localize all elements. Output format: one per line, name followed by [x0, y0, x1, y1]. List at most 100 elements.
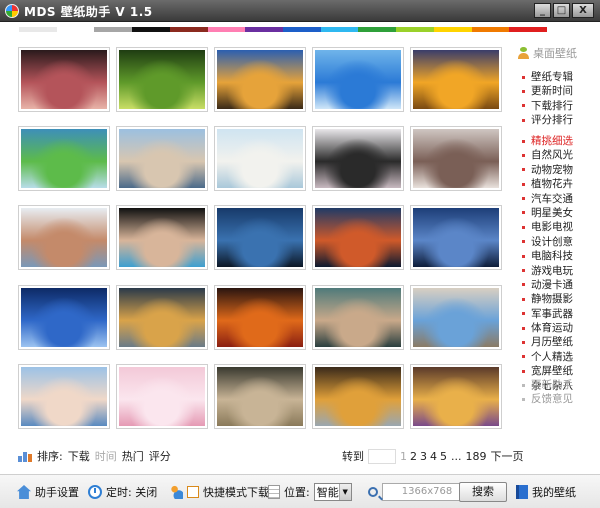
sidebar-item[interactable]: 军事武器: [522, 307, 600, 321]
thumbnail-image: [315, 208, 401, 267]
wallpaper-thumbnail[interactable]: [410, 205, 502, 270]
page-link[interactable]: 2: [410, 450, 417, 463]
close-button[interactable]: X: [572, 3, 594, 18]
sort-option[interactable]: 热门: [122, 448, 144, 464]
color-swatch[interactable]: [94, 27, 133, 32]
sidebar-item[interactable]: 体育运动: [522, 321, 600, 335]
bullet-icon: [522, 139, 525, 143]
wallpaper-thumbnail[interactable]: [214, 47, 306, 112]
next-page-link[interactable]: 下一页: [491, 448, 524, 464]
sidebar-item[interactable]: 电影电视: [522, 220, 600, 234]
page-link[interactable]: 4: [430, 450, 437, 463]
wallpaper-thumbnail[interactable]: [214, 285, 306, 350]
color-swatch[interactable]: [320, 27, 359, 32]
sidebar-item[interactable]: 自然风光: [522, 148, 600, 162]
wallpaper-thumbnail[interactable]: [18, 126, 110, 191]
sort-option[interactable]: 评分: [149, 448, 171, 464]
sidebar-item[interactable]: 月历壁纸: [522, 335, 600, 349]
wallpaper-thumbnail[interactable]: [116, 364, 208, 429]
wallpaper-thumbnail[interactable]: [410, 47, 502, 112]
sort-option[interactable]: 时间: [95, 448, 117, 464]
bullet-icon: [522, 168, 525, 172]
wallpaper-thumbnail[interactable]: [410, 364, 502, 429]
color-swatch[interactable]: [169, 27, 208, 32]
title-bar[interactable]: MDS 壁纸助手 V 1.5 _ □ X: [0, 0, 600, 22]
sidebar-item[interactable]: 植物花卉: [522, 177, 600, 191]
wallpaper-thumbnail[interactable]: [18, 364, 110, 429]
wallpaper-thumbnail[interactable]: [116, 205, 208, 270]
wallpaper-thumbnail[interactable]: [312, 47, 404, 112]
wallpaper-thumbnail[interactable]: [116, 47, 208, 112]
sidebar-item-label: 电影电视: [531, 221, 573, 234]
wallpaper-thumbnail[interactable]: [312, 205, 404, 270]
page-link[interactable]: 3: [420, 450, 427, 463]
sidebar-item[interactable]: 静物摄影: [522, 292, 600, 306]
color-swatch[interactable]: [509, 27, 548, 32]
my-wallpapers-button[interactable]: 我的壁纸: [516, 483, 576, 501]
sidebar-item[interactable]: 动漫卡通: [522, 278, 600, 292]
bullet-icon: [522, 369, 525, 373]
color-swatch[interactable]: [19, 27, 57, 32]
wallpaper-thumbnail[interactable]: [214, 205, 306, 270]
color-swatch[interactable]: [283, 27, 321, 32]
wallpaper-thumbnail[interactable]: [116, 285, 208, 350]
sidebar-item[interactable]: 明星美女: [522, 206, 600, 220]
wallpaper-thumbnail[interactable]: [18, 285, 110, 350]
goto-page-input[interactable]: [368, 448, 396, 464]
color-swatch[interactable]: [471, 27, 510, 32]
wallpaper-thumbnail[interactable]: [312, 126, 404, 191]
sidebar-header[interactable]: 桌面壁纸: [518, 45, 577, 61]
wallpaper-thumbnail[interactable]: [214, 126, 306, 191]
sidebar-item[interactable]: 壁纸专辑: [522, 70, 600, 84]
sidebar-item[interactable]: 宽屏壁纸: [522, 364, 600, 378]
bullet-icon: [522, 118, 525, 122]
sidebar-item[interactable]: 评分排行: [522, 113, 600, 127]
thumbnail-image: [21, 129, 107, 188]
quick-download-checkbox[interactable]: [187, 486, 199, 498]
window-title: MDS 壁纸助手 V 1.5: [24, 5, 153, 19]
color-swatch[interactable]: [56, 27, 95, 32]
wallpaper-thumbnail[interactable]: [312, 285, 404, 350]
sidebar-item[interactable]: 动物宠物: [522, 163, 600, 177]
color-filter-strip: [19, 27, 548, 32]
sidebar-item[interactable]: 下载排行: [522, 99, 600, 113]
sidebar-item[interactable]: 电脑科技: [522, 249, 600, 263]
sidebar-item[interactable]: 更新助手: [522, 378, 600, 392]
quick-download-toggle[interactable]: 快捷模式下载: [169, 483, 269, 501]
color-swatch[interactable]: [207, 27, 246, 32]
wallpaper-thumbnail[interactable]: [214, 364, 306, 429]
color-swatch[interactable]: [396, 27, 434, 32]
sidebar-item[interactable]: 设计创意: [522, 235, 600, 249]
search-button[interactable]: 搜索: [459, 482, 507, 502]
minimize-button[interactable]: _: [534, 3, 551, 18]
position-select[interactable]: 智能 ▼: [313, 483, 352, 501]
last-page-link[interactable]: 189: [466, 450, 487, 463]
sidebar-item[interactable]: 游戏电玩: [522, 264, 600, 278]
app-logo-icon: [5, 4, 19, 18]
chevron-down-icon: ▼: [338, 484, 351, 500]
settings-button[interactable]: 助手设置: [17, 483, 79, 501]
wallpaper-thumbnail[interactable]: [312, 364, 404, 429]
sidebar-item[interactable]: 更新时间: [522, 84, 600, 98]
wallpaper-thumbnail[interactable]: [410, 126, 502, 191]
timer-label: 定时: 关闭: [106, 486, 158, 499]
maximize-button[interactable]: □: [553, 3, 570, 18]
page-link[interactable]: 5: [440, 450, 447, 463]
wallpaper-thumbnail[interactable]: [18, 47, 110, 112]
wallpaper-thumbnail[interactable]: [410, 285, 502, 350]
page-link[interactable]: 1: [400, 450, 407, 463]
sidebar-item[interactable]: 汽车交通: [522, 192, 600, 206]
color-swatch[interactable]: [245, 27, 284, 32]
sidebar-item[interactable]: 个人精选: [522, 350, 600, 364]
color-swatch[interactable]: [132, 27, 170, 32]
wallpaper-thumbnail[interactable]: [116, 126, 208, 191]
timer-button[interactable]: 定时: 关闭: [88, 483, 157, 501]
thumbnail-image: [413, 129, 499, 188]
wallpaper-thumbnail[interactable]: [18, 205, 110, 270]
sort-option[interactable]: 下载: [68, 448, 90, 464]
sidebar-item[interactable]: 精挑细选: [522, 134, 600, 148]
color-swatch[interactable]: [358, 27, 397, 32]
sidebar-header-label: 桌面壁纸: [533, 47, 577, 60]
sidebar-item[interactable]: 反馈意见: [522, 392, 600, 406]
color-swatch[interactable]: [433, 27, 472, 32]
